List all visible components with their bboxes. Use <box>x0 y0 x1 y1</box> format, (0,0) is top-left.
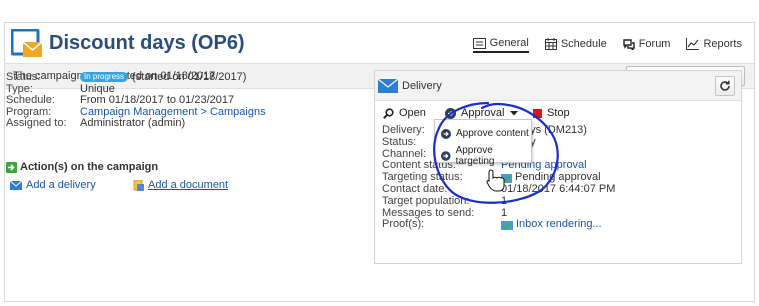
arrow-right-icon <box>6 161 17 173</box>
status-label: Status: <box>6 71 41 83</box>
approval-menu: Approve content Approve targeting <box>434 119 532 167</box>
envelope-check-icon <box>501 220 513 230</box>
add-document-label: Add a document <box>148 179 229 191</box>
tab-general-label: General <box>489 37 529 49</box>
actions-title: Action(s) on the campaign <box>20 161 159 173</box>
contact-date-label: Contact date: <box>382 182 448 195</box>
status-value: (started on 01/18/2017) <box>132 71 247 83</box>
inbox-rendering-link[interactable]: Inbox rendering... <box>501 219 602 231</box>
arrow-circle-icon <box>441 151 451 161</box>
arrow-circle-icon <box>441 128 451 139</box>
campaign-details: Status: In progress (started on 01/18/201… <box>6 71 366 130</box>
contact-date-value: 01/18/2017 6:44:07 PM <box>501 182 616 195</box>
envelope-check-icon <box>501 173 512 183</box>
tab-schedule-label: Schedule <box>560 38 607 50</box>
refresh-button[interactable] <box>715 76 735 96</box>
page-title: Discount days (OP6) <box>49 32 245 54</box>
approve-targeting-item[interactable]: Approve targeting <box>441 145 531 167</box>
delivery-title: Delivery <box>402 80 442 92</box>
refresh-icon <box>720 80 730 91</box>
approve-content-item[interactable]: Approve content <box>441 128 529 139</box>
status-badge: In progress <box>80 72 129 82</box>
status-row-label: Status: <box>382 135 417 148</box>
approval-label: Approval <box>461 107 505 119</box>
tab-bar: General Schedule Forum Reports <box>457 35 742 53</box>
document-icon <box>133 179 144 191</box>
schedule-label: Schedule: <box>6 94 55 106</box>
actions-heading: Action(s) on the campaign <box>6 161 158 173</box>
envelope-icon <box>10 180 22 190</box>
delivery-header: Delivery <box>375 71 741 101</box>
tab-reports[interactable]: Reports <box>686 35 742 53</box>
chevron-down-icon <box>510 110 519 115</box>
approve-content-label: Approve content <box>456 128 529 139</box>
open-label: Open <box>399 107 426 119</box>
chart-icon <box>686 38 700 50</box>
open-button[interactable]: Open <box>383 107 426 119</box>
tab-schedule[interactable]: Schedule <box>544 35 607 53</box>
envelope-icon <box>378 79 398 93</box>
add-delivery-label: Add a delivery <box>26 179 96 191</box>
assigned-value: Administrator (admin) <box>80 117 186 129</box>
header: Discount days (OP6) General Schedule For… <box>5 23 754 63</box>
inbox-rendering-label: Inbox rendering... <box>516 218 602 231</box>
add-delivery-link[interactable]: Add a delivery <box>10 179 96 191</box>
assigned-label: Assigned to: <box>6 117 67 129</box>
top-strip <box>0 0 759 8</box>
contact-date-row: Contact date: 01/18/2017 6:44:07 PM <box>382 182 742 196</box>
calendar-icon <box>544 38 557 50</box>
detail-row-schedule: Schedule: From 01/18/2017 to 01/23/2017 <box>6 94 366 107</box>
target-population-value: 1 <box>501 194 508 207</box>
detail-row-status: Status: In progress (started on 01/18/201… <box>6 71 366 84</box>
stop-icon <box>533 108 542 118</box>
approval-dropdown-button[interactable]: Approval <box>445 107 523 119</box>
tab-general[interactable]: General <box>472 35 529 53</box>
tab-forum-label: Forum <box>638 38 671 50</box>
tab-reports-label: Reports <box>703 38 742 50</box>
target-population-label: Target population: <box>382 194 470 207</box>
stop-button[interactable]: Stop <box>533 107 570 119</box>
arrow-circle-icon <box>445 107 456 119</box>
schedule-value: From 01/18/2017 to 01/23/2017 <box>80 94 235 106</box>
forum-icon <box>622 39 635 50</box>
search-icon <box>383 107 394 119</box>
tab-forum[interactable]: Forum <box>622 35 671 53</box>
stop-label: Stop <box>547 107 570 119</box>
add-document-link[interactable]: Add a document <box>133 179 228 191</box>
target-population-row: Target population: 1 <box>382 194 742 208</box>
messages-value: 1 <box>501 206 508 219</box>
proofs-label: Proof(s): <box>382 218 425 231</box>
delivery-panel: Delivery Open Approval Stop Delivery: ay… <box>374 70 742 264</box>
campaign-logo-icon <box>11 29 43 57</box>
proofs-row: Proof(s): Inbox rendering... <box>382 219 742 231</box>
approve-targeting-label: Approve targeting <box>455 145 495 167</box>
detail-row-assigned: Assigned to: Administrator (admin) <box>6 117 366 130</box>
general-icon <box>472 37 486 49</box>
delivery-toolbar: Open Approval Stop <box>375 101 741 125</box>
